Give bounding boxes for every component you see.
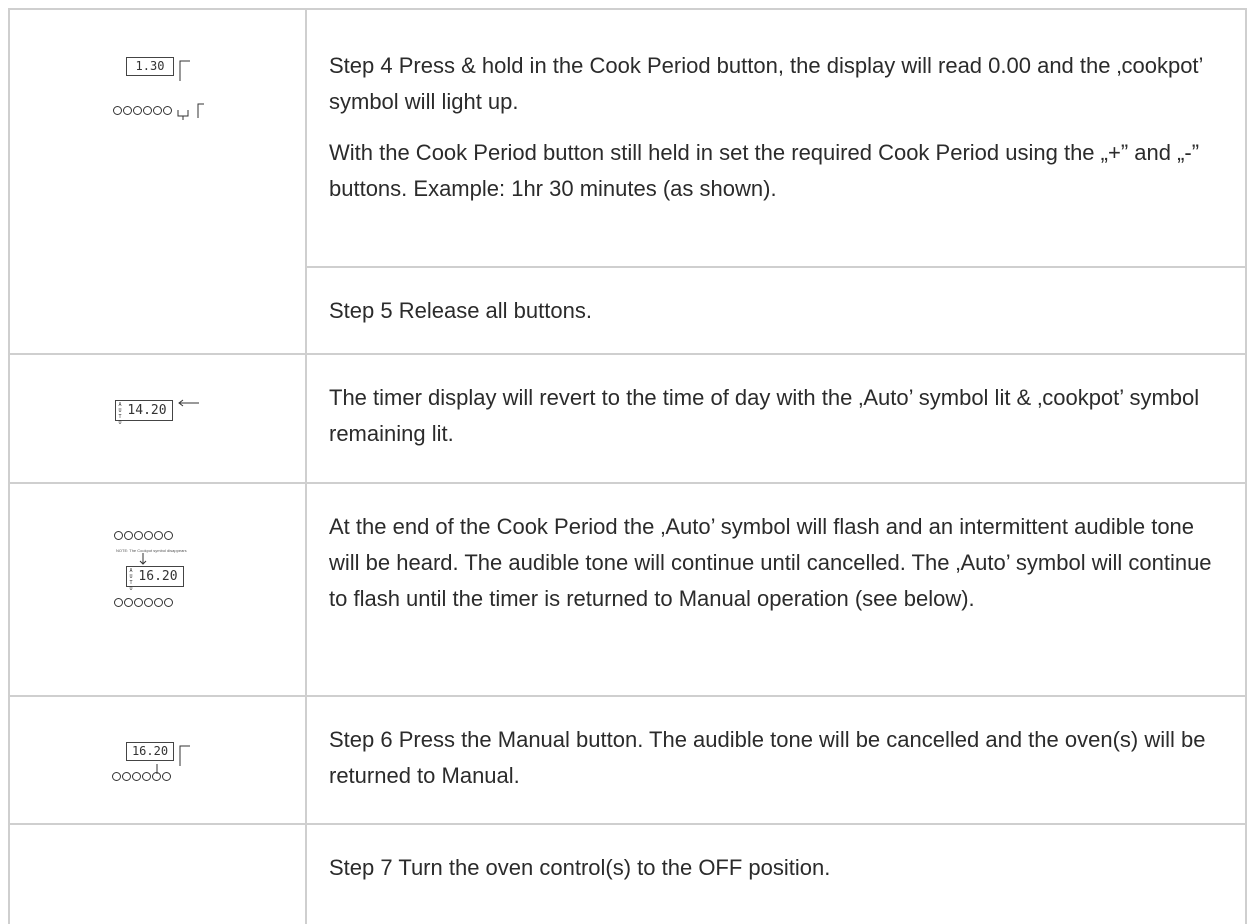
revert-paragraph: The timer display will revert to the tim…: [329, 385, 1200, 446]
timer-lcd-display: 16.20: [126, 742, 174, 761]
auto-symbol-label: AUTO: [128, 568, 134, 592]
timer-button-icon: [134, 598, 143, 607]
row-divider: [305, 266, 1247, 268]
timer-button-icon: [114, 531, 123, 540]
auto-symbol-label: AUTO: [117, 402, 123, 426]
timer-button-icon: [132, 772, 141, 781]
timer-button-icon: [112, 772, 121, 781]
timer-lcd-display: AUTO 14.20: [115, 400, 173, 426]
row-divider: [8, 353, 1247, 355]
timer-button-icon: [143, 106, 152, 115]
step-6-paragraph: Step 6 Press the Manual button. The audi…: [329, 727, 1206, 788]
timer-button-icon: [124, 531, 133, 540]
timer-button-icon: [133, 106, 142, 115]
timer-button-icon: [144, 598, 153, 607]
timer-button-icon: [164, 531, 173, 540]
arrow-left-icon: [178, 399, 199, 407]
timer-lcd-value: 16.20: [138, 569, 178, 584]
step-4-paragraph: Step 4 Press & hold in the Cook Period b…: [329, 53, 1203, 114]
step-5-text: Step 5 Release all buttons.: [329, 293, 1229, 329]
press-buttons-bracket-icon: [177, 103, 204, 120]
timer-button-icon: [123, 106, 132, 115]
display-bracket-icon: [179, 745, 190, 766]
timer-button-icon: [114, 598, 123, 607]
timer-diagram-cook-period: 1.30: [110, 55, 210, 125]
timer-button-icon: [153, 106, 162, 115]
end-of-cook-paragraph: At the end of the Cook Period the ‚Auto’…: [329, 514, 1212, 611]
table-left-border: [8, 8, 10, 924]
step-4-example-paragraph: With the Cook Period button still held i…: [329, 140, 1200, 201]
timer-button-icon: [164, 598, 173, 607]
step-6-text: Step 6 Press the Manual button. The audi…: [329, 722, 1229, 794]
table-top-border: [8, 8, 1247, 10]
table-right-border: [1245, 8, 1247, 924]
timer-button-icon: [122, 772, 131, 781]
timer-button-row: [114, 531, 173, 540]
timer-diagram-end: NOTE: The Cookpot symbol disappears AUTO…: [110, 530, 210, 610]
step-7-text: Step 7 Turn the oven control(s) to the O…: [329, 850, 1229, 886]
end-of-cook-text: At the end of the Cook Period the ‚Auto’…: [329, 509, 1229, 617]
timer-lcd-value: 1.30: [135, 59, 165, 73]
press-indicator-icon: [156, 764, 158, 774]
timer-lcd-display: AUTO 16.20: [126, 566, 184, 592]
step-4-text: Step 4 Press & hold in the Cook Period b…: [329, 48, 1229, 207]
row-divider: [8, 482, 1247, 484]
row-divider: [8, 823, 1247, 825]
arrow-down-icon: [139, 553, 147, 565]
step-7-paragraph: Step 7 Turn the oven control(s) to the O…: [329, 855, 831, 880]
timer-button-icon: [144, 531, 153, 540]
timer-diagram-auto: AUTO 14.20: [113, 398, 203, 428]
revert-text: The timer display will revert to the tim…: [329, 380, 1229, 452]
timer-button-icon: [162, 772, 171, 781]
timer-lcd-display: 1.30: [126, 57, 174, 76]
cookpot-note: NOTE: The Cookpot symbol disappears: [116, 548, 187, 553]
timer-lcd-value: 14.20: [127, 403, 167, 418]
display-bracket-icon: [179, 60, 190, 81]
timer-button-icon: [113, 106, 122, 115]
timer-button-icon: [134, 531, 143, 540]
timer-button-icon: [154, 531, 163, 540]
step-5-paragraph: Step 5 Release all buttons.: [329, 298, 592, 323]
timer-button-row: [113, 106, 172, 115]
column-divider: [305, 8, 307, 924]
timer-lcd-value: 16.20: [131, 744, 169, 758]
row-divider: [8, 695, 1247, 697]
timer-button-icon: [154, 598, 163, 607]
timer-button-row: [114, 598, 173, 607]
timer-diagram-manual: 16.20: [110, 740, 210, 790]
timer-button-row: [112, 772, 171, 781]
timer-button-icon: [124, 598, 133, 607]
timer-button-icon: [142, 772, 151, 781]
